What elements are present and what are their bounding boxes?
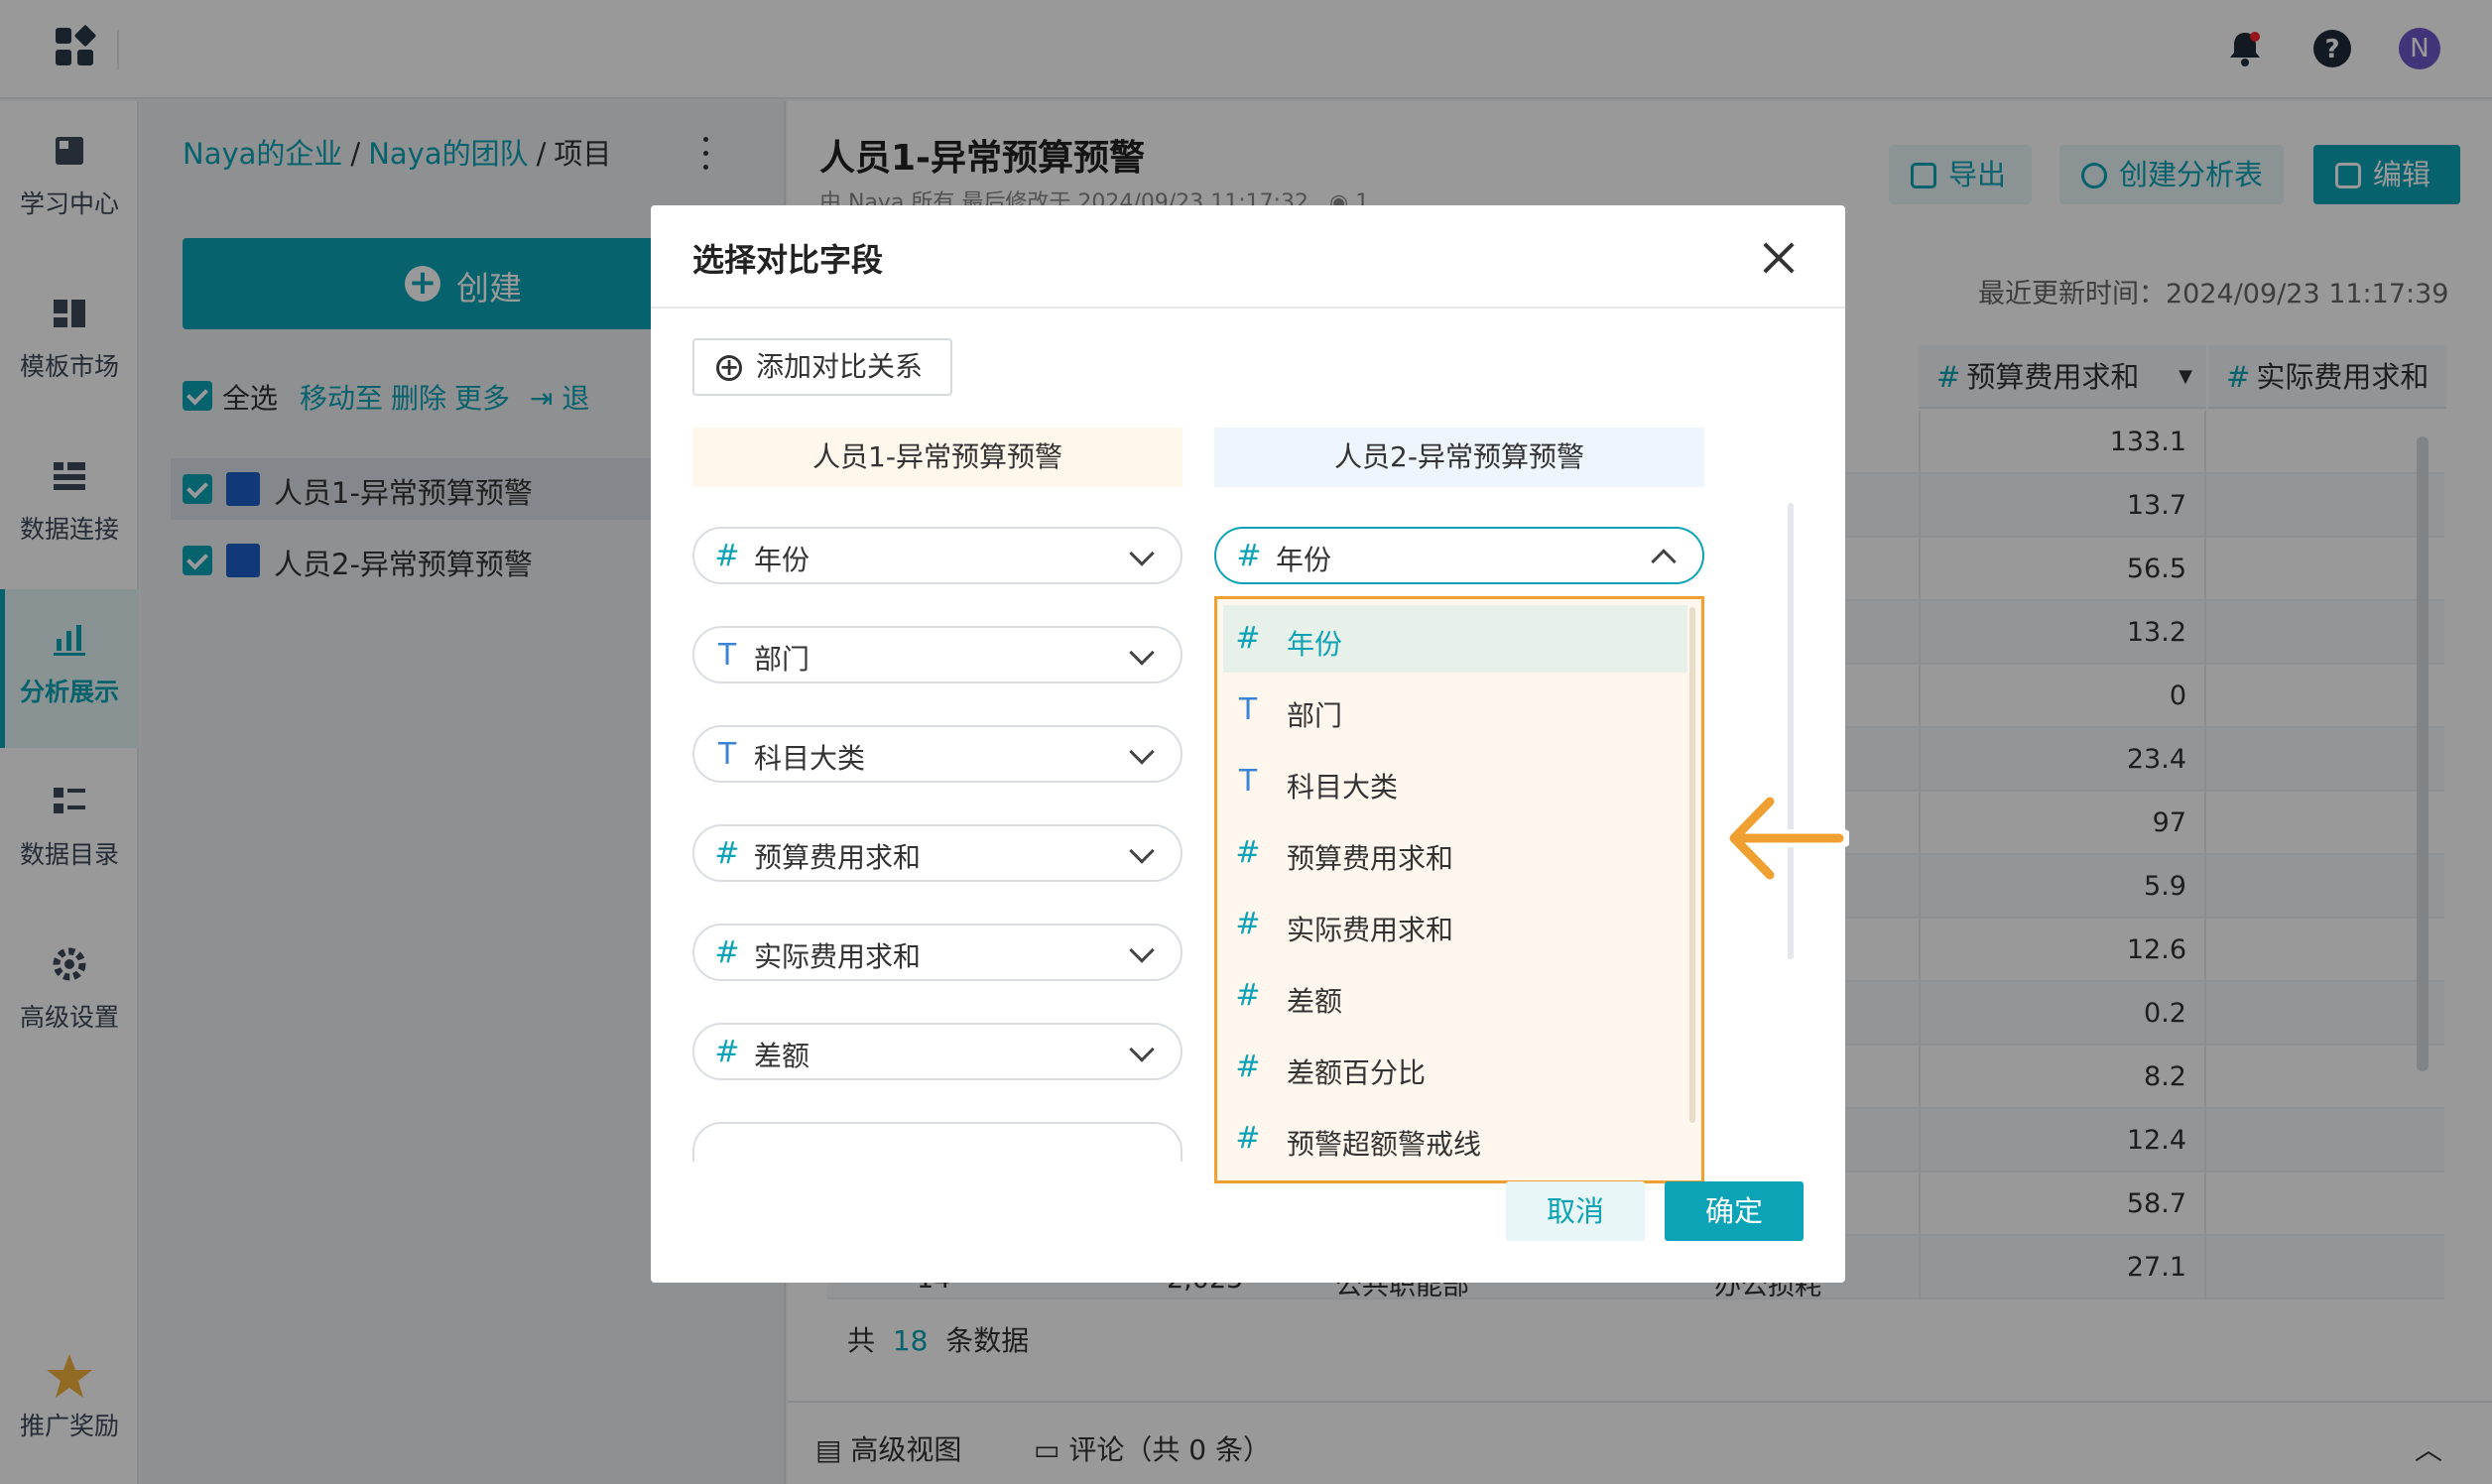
field-select-partial[interactable] — [692, 1122, 1183, 1162]
text-field-icon: T — [717, 638, 737, 673]
cancel-button[interactable]: 取消 — [1506, 1181, 1645, 1241]
left-field-select[interactable]: # 年份 — [692, 527, 1183, 584]
left-field-select[interactable]: # 实际费用求和 — [692, 924, 1183, 981]
plus-circle-icon: + — [716, 355, 742, 381]
number-field-icon: # — [1235, 907, 1261, 941]
number-field-icon: # — [1235, 1121, 1261, 1156]
dropdown-option[interactable]: T 部门 — [1223, 677, 1687, 744]
dropdown-option[interactable]: # 年份 — [1223, 605, 1687, 673]
modal-scrollbar[interactable] — [1788, 503, 1794, 959]
chevron-down-icon — [1129, 838, 1155, 864]
number-field-icon: # — [714, 836, 740, 871]
chevron-down-icon — [1129, 739, 1155, 765]
chevron-up-icon — [1651, 549, 1677, 574]
dropdown-option[interactable]: # 差额百分比 — [1223, 1034, 1687, 1101]
text-field-icon: T — [1238, 764, 1258, 799]
number-field-icon: # — [714, 539, 740, 573]
chevron-down-icon — [1129, 640, 1155, 666]
text-field-icon: T — [1238, 692, 1258, 727]
compare-fields-modal: 选择对比字段 + 添加对比关系 人员1-异常预算预警 人员2-异常预算预警 # 年… — [651, 205, 1845, 1283]
close-icon[interactable] — [1762, 241, 1796, 275]
chevron-down-icon — [1129, 541, 1155, 566]
arrow-left-icon — [1725, 794, 1849, 883]
number-field-icon: # — [1236, 539, 1262, 573]
number-field-icon: # — [1235, 978, 1261, 1013]
number-field-icon: # — [1235, 835, 1261, 870]
confirm-button[interactable]: 确定 — [1665, 1181, 1804, 1241]
number-field-icon: # — [1235, 621, 1261, 656]
right-field-select[interactable]: # 年份 — [1214, 527, 1704, 584]
number-field-icon: # — [714, 935, 740, 970]
add-relation-button[interactable]: + 添加对比关系 — [692, 338, 952, 396]
left-table-header: 人员1-异常预算预警 — [692, 428, 1183, 487]
divider — [651, 307, 1845, 309]
dropdown-scrollbar[interactable] — [1689, 607, 1695, 1123]
chevron-down-icon — [1129, 937, 1155, 963]
dropdown-option[interactable]: # 实际费用求和 — [1223, 891, 1687, 958]
modal-title: 选择对比字段 — [692, 241, 884, 279]
left-field-select[interactable]: T 部门 — [692, 626, 1183, 683]
dropdown-option[interactable]: T 科目大类 — [1223, 748, 1687, 815]
number-field-icon: # — [714, 1035, 740, 1069]
left-field-select[interactable]: # 差额 — [692, 1023, 1183, 1080]
dropdown-option[interactable]: # 预算费用求和 — [1223, 819, 1687, 887]
text-field-icon: T — [717, 737, 737, 772]
chevron-down-icon — [1129, 1037, 1155, 1062]
dropdown-option[interactable]: # 预警超额警戒线 — [1223, 1105, 1687, 1173]
field-dropdown: # 年份 T 部门 T 科目大类 # 预算费用求和 # 实际费用求和 # 差额 # 差额百分比 # 预警超额警… — [1214, 596, 1704, 1183]
left-field-select[interactable]: T 科目大类 — [692, 725, 1183, 783]
right-table-header: 人员2-异常预算预警 — [1214, 428, 1704, 487]
number-field-icon: # — [1235, 1050, 1261, 1084]
left-field-select[interactable]: # 预算费用求和 — [692, 824, 1183, 882]
dropdown-option[interactable]: # 差额 — [1223, 962, 1687, 1030]
